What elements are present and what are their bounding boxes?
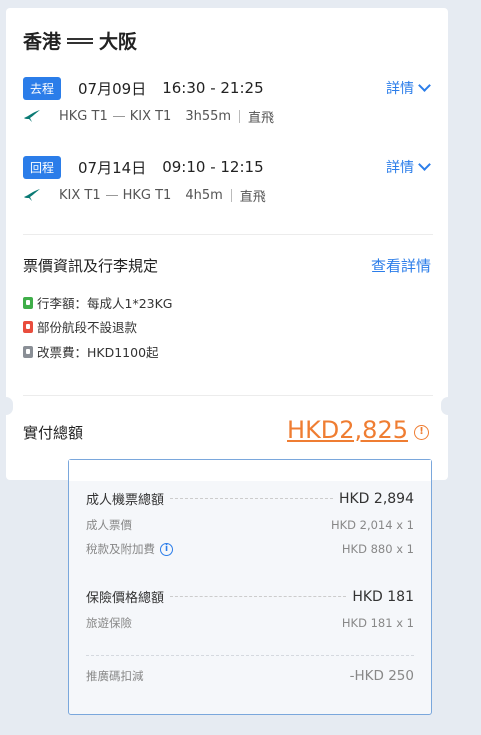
return-badge: 回程 xyxy=(23,155,62,179)
adult-fare-label: 成人票價 xyxy=(86,518,132,532)
outbound-badge: 去程 xyxy=(23,76,62,100)
route-separator xyxy=(105,194,118,196)
total-label: 實付總額 xyxy=(23,424,84,442)
outbound-details-toggle[interactable]: 詳情 xyxy=(386,78,433,98)
chevron-down-icon xyxy=(418,79,431,92)
insurance-total-label: 保險價格總額 xyxy=(86,591,165,606)
promo-label: 推廣碼扣減 xyxy=(86,669,144,683)
return-duration: 4h5m xyxy=(185,187,223,203)
section-divider xyxy=(23,234,433,235)
baggage-text: 行李額：每成人1*23KG xyxy=(37,296,173,311)
adult-fare-value: HKD 2,014 x 1 xyxy=(330,518,414,532)
tax-label: 稅款及附加費 xyxy=(86,542,155,556)
calendar-icon xyxy=(23,345,33,358)
insurance-total-row: 保險價格總額 HKD 181 xyxy=(86,587,414,607)
divider-bar xyxy=(239,109,241,123)
chevron-down-icon xyxy=(418,158,431,171)
booking-summary-card: 香港 大阪 去程 07月09日 16:30 - 21:25 詳情 HKG T1 … xyxy=(0,8,455,480)
tax-row: 稅款及附加費 i HKD 880 x 1 xyxy=(86,541,414,557)
luggage-icon xyxy=(23,296,33,309)
adult-total-row: 成人機票總額 HKD 2,894 xyxy=(86,489,414,509)
outbound-details-label: 詳情 xyxy=(386,81,414,97)
fare-policy-details-link[interactable]: 查看詳情 xyxy=(371,255,431,276)
airline-logo-icon xyxy=(24,189,40,201)
outbound-to: KIX T1 xyxy=(129,108,172,124)
refund-policy: 部份航段不設退款 xyxy=(23,317,137,336)
outbound-duration: 3h55m xyxy=(185,108,232,124)
change-fee-policy: 改票費：HKD1100起 xyxy=(23,342,159,361)
refund-text: 部份航段不設退款 xyxy=(37,320,138,335)
price-breakdown-popup: 成人機票總額 HKD 2,894 成人票價 HKD 2,014 x 1 稅款及附… xyxy=(68,459,432,715)
return-to: HKG T1 xyxy=(122,187,172,203)
outbound-flight-type: 直飛 xyxy=(248,110,275,126)
adult-total-label: 成人機票總額 xyxy=(86,493,165,508)
promo-row: 推廣碼扣減 -HKD 250 xyxy=(86,668,414,684)
travel-insurance-value: HKD 181 x 1 xyxy=(341,616,414,630)
airline-logo-icon xyxy=(24,110,40,122)
section-divider xyxy=(23,395,433,396)
card-notch-right xyxy=(441,397,455,415)
outbound-date: 07月09日 xyxy=(78,79,147,98)
route-title: 香港 大阪 xyxy=(23,27,137,54)
insurance-total-value: HKD 181 xyxy=(352,588,414,605)
popup-divider xyxy=(86,655,414,656)
total-price[interactable]: HKD2,825 xyxy=(287,416,408,444)
travel-insurance-row: 旅遊保險 HKD 181 x 1 xyxy=(86,615,414,631)
divider-bar xyxy=(230,188,232,202)
leg-outbound: 去程 07月09日 16:30 - 21:25 詳情 HKG T1 KIX T1… xyxy=(23,76,433,126)
baggage-policy: 行李額：每成人1*23KG xyxy=(23,293,173,312)
return-details-toggle[interactable]: 詳情 xyxy=(386,157,433,177)
adult-total-value: HKD 2,894 xyxy=(338,490,414,507)
return-date: 07月14日 xyxy=(78,158,147,177)
return-time: 09:10 - 12:15 xyxy=(162,158,264,176)
change-fee-text: 改票費：HKD1100起 xyxy=(37,345,159,360)
fare-policy-title: 票價資訊及行李規定 xyxy=(23,257,159,275)
info-icon[interactable]: i xyxy=(160,542,173,556)
return-details-label: 詳情 xyxy=(386,160,414,176)
tax-value: HKD 880 x 1 xyxy=(341,542,414,556)
round-trip-icon xyxy=(67,36,94,46)
leg-return: 回程 07月14日 09:10 - 12:15 詳情 KIX T1 HKG T1… xyxy=(23,155,433,205)
travel-insurance-label: 旅遊保險 xyxy=(86,616,132,630)
info-icon[interactable]: ! xyxy=(414,425,429,440)
card-notch-left xyxy=(0,397,13,415)
outbound-from: HKG T1 xyxy=(59,108,108,124)
return-from: KIX T1 xyxy=(59,187,101,203)
outbound-time: 16:30 - 21:25 xyxy=(162,79,264,97)
return-flight-type: 直飛 xyxy=(239,189,266,205)
no-refund-icon xyxy=(23,320,33,333)
promo-value: -HKD 250 xyxy=(349,668,414,684)
adult-fare-row: 成人票價 HKD 2,014 x 1 xyxy=(86,517,414,533)
route-separator xyxy=(112,115,125,117)
destination-city: 大阪 xyxy=(99,31,138,53)
origin-city: 香港 xyxy=(23,31,62,53)
